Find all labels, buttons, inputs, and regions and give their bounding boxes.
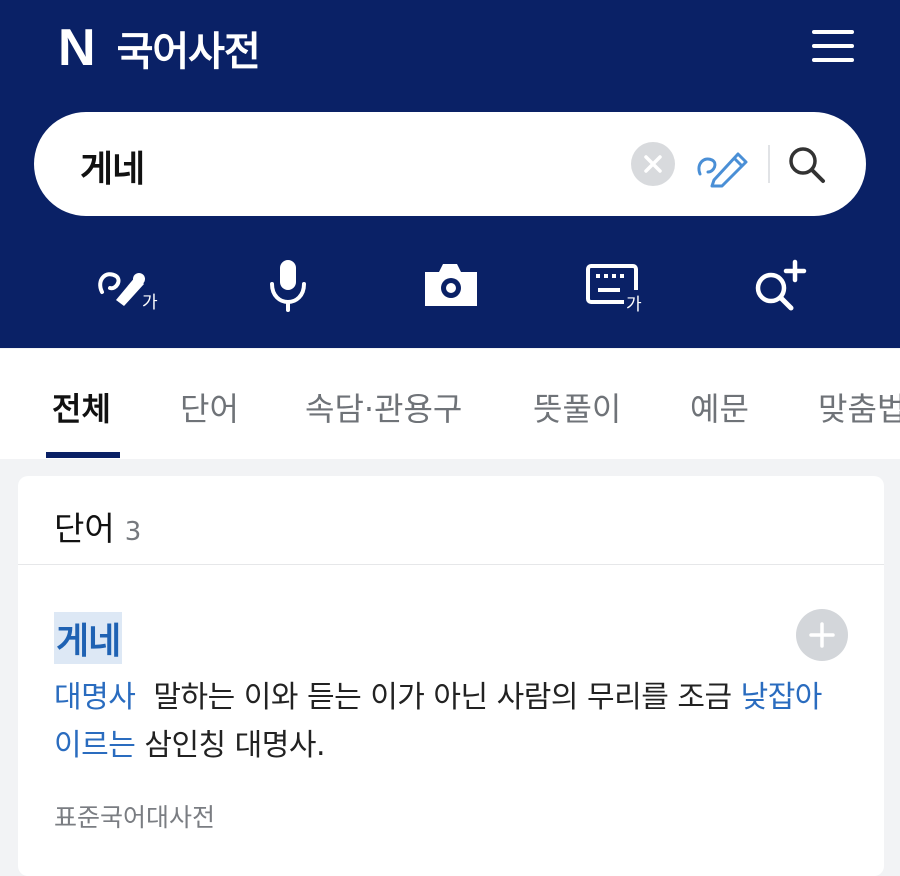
clear-icon[interactable] (631, 142, 675, 186)
definition-text: 말하는 이와 듣는 이가 아닌 사람의 무리를 조금 (153, 680, 741, 715)
divider (18, 564, 884, 565)
hamburger-menu-icon[interactable] (812, 28, 854, 64)
tab-meanings[interactable]: 뜻풀이 (533, 384, 621, 430)
microphone-icon[interactable] (253, 250, 323, 320)
search-divider (768, 145, 770, 183)
tab-proverbs-idioms[interactable]: 속담·관용구 (305, 384, 462, 430)
camera-icon[interactable] (415, 250, 485, 320)
tab-spelling[interactable]: 맞춤법 (818, 384, 900, 430)
entry-definition: 대명사 말하는 이와 듣는 이가 아닌 사람의 무리를 조금 낮잡아 이르는 삼… (54, 674, 854, 770)
keyboard-input-icon[interactable]: 가 (580, 250, 650, 320)
search-icon[interactable] (784, 142, 830, 188)
dictionary-source[interactable]: 표준국어대사전 (54, 798, 215, 834)
app-title: 국어사전 (116, 29, 261, 75)
part-of-speech[interactable]: 대명사 (54, 680, 136, 715)
zoom-plus-icon[interactable] (745, 250, 815, 320)
result-card: 단어 3 게네 대명사 말하는 이와 듣는 이가 아닌 사람의 무리를 조금 낮… (18, 476, 884, 876)
app-header: N 국어사전 게네 가 가 (0, 0, 900, 348)
active-tab-indicator (46, 452, 120, 458)
tab-bar: 전체 단어 속담·관용구 뜻풀이 예문 맞춤법 (0, 349, 900, 459)
entry-word[interactable]: 게네 (54, 612, 123, 664)
search-input[interactable]: 게네 (80, 140, 145, 192)
naver-logo: N (58, 19, 96, 77)
brand[interactable]: N 국어사전 (58, 19, 261, 77)
tab-all[interactable]: 전체 (52, 384, 111, 430)
handwriting-input-icon[interactable]: 가 (92, 250, 162, 320)
section-title[interactable]: 단어 (54, 502, 115, 550)
tab-words[interactable]: 단어 (180, 384, 239, 430)
tool-glyph: 가 (626, 295, 642, 315)
search-box[interactable]: 게네 (34, 112, 866, 216)
section-count: 3 (124, 517, 142, 547)
add-to-wordbook-icon[interactable] (796, 609, 848, 661)
section-header: 단어 3 (54, 502, 141, 548)
input-tools: 가 가 (0, 250, 900, 320)
definition-text: 삼인칭 대명사. (135, 728, 326, 763)
tab-examples[interactable]: 예문 (690, 384, 749, 430)
tool-glyph: 가 (142, 293, 158, 313)
handwriting-pen-icon[interactable] (694, 140, 750, 188)
